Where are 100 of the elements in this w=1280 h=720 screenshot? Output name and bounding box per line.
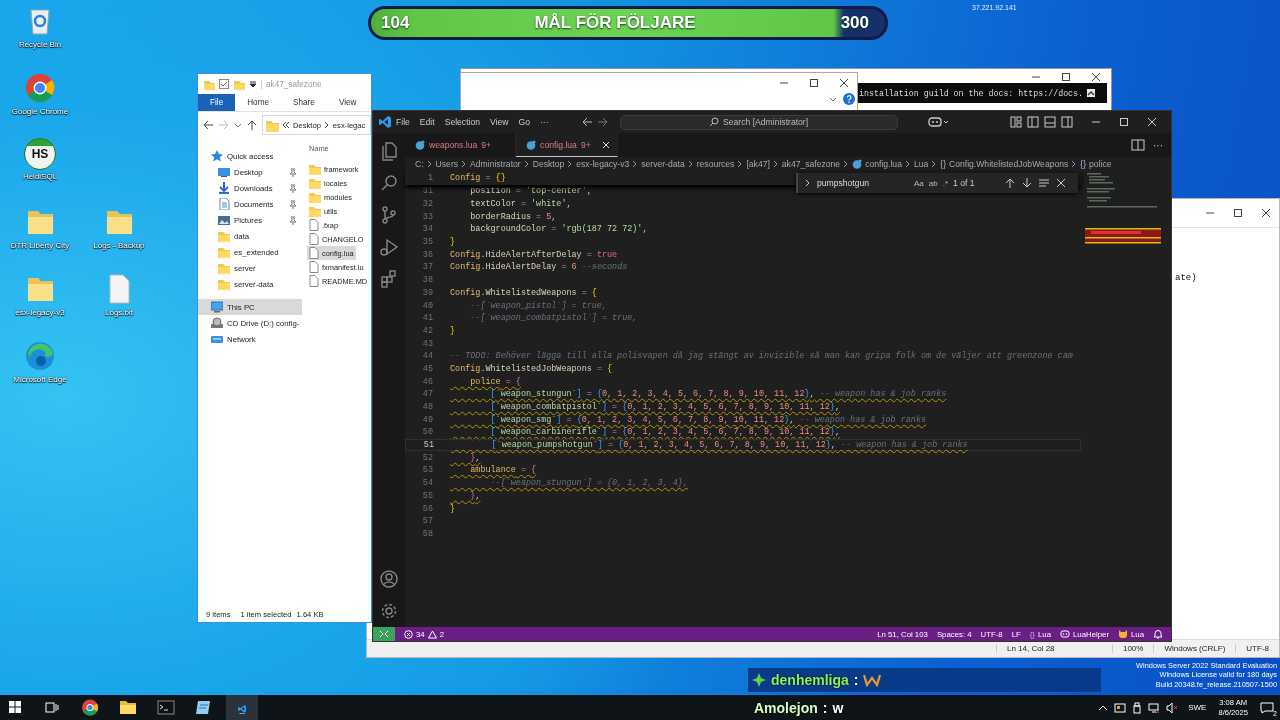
pin-icon[interactable] [289, 199, 297, 209]
scroll-up-icon[interactable] [1087, 89, 1096, 97]
status-text: 100% [1111, 644, 1154, 653]
help-icon[interactable] [843, 93, 855, 105]
menu-item[interactable]: Edit [414, 117, 440, 127]
double-chevron-icon [282, 121, 290, 129]
close-icon[interactable] [1259, 207, 1273, 219]
code-line: [`weapon_carbinerifle`] = {0, 1, 2, 3, 4, 5, 6, 7, 8, 9, 10, 11, 12}, [489, 427, 840, 438]
document-text: ate) [1175, 273, 1197, 283]
up-arrow-icon[interactable] [1003, 177, 1016, 189]
source-control-icon[interactable] [379, 205, 399, 225]
maximize-icon[interactable] [1231, 207, 1245, 219]
close-icon[interactable] [600, 139, 611, 150]
find-input[interactable]: pumpshotgun [817, 178, 909, 188]
down-arrow-icon[interactable] [1020, 177, 1033, 189]
split-editor-icon[interactable] [1131, 139, 1145, 151]
line-number: 31 [421, 186, 434, 197]
chevron-icon [1071, 160, 1078, 168]
sidebar-toggle-icon[interactable] [1060, 116, 1073, 128]
breadcrumb-item[interactable]: Administrator [470, 159, 521, 169]
moon-file-icon [526, 139, 537, 150]
ribbon-tab[interactable]: Home [235, 94, 282, 111]
code-line: textColor = 'white', [469, 199, 572, 210]
input-language[interactable]: SWE [1188, 703, 1207, 712]
breadcrumb-item[interactable]: Desktop [532, 159, 565, 169]
toggle-button[interactable]: Aa [914, 178, 924, 188]
menu-item[interactable]: Go [513, 117, 535, 127]
pin-icon[interactable] [289, 167, 297, 177]
breadcrumb-item[interactable]: {} Config.WhitelistedJobWeapons [940, 159, 1069, 169]
search-icon[interactable] [379, 173, 399, 193]
code-line: Config = {} [450, 173, 506, 183]
desktop-shortcut[interactable]: HS HeidiSQL [1, 138, 79, 205]
line-number: 46 [421, 376, 434, 387]
breadcrumb-item[interactable]: {} police [1080, 159, 1112, 169]
line-number: 40 [421, 300, 434, 311]
panel-toggle-icon[interactable] [1043, 116, 1056, 128]
status-text: UTF-8 [1235, 644, 1279, 653]
back-icon[interactable] [202, 119, 214, 131]
bell-icon[interactable] [1153, 629, 1163, 639]
line-number: 44 [421, 351, 434, 362]
toggle-button[interactable]: ab [928, 178, 938, 188]
settings-icon[interactable] [379, 601, 399, 621]
chevron-icon[interactable] [804, 179, 812, 187]
close-icon[interactable] [837, 77, 851, 89]
ribbon-tab[interactable]: File [198, 94, 236, 111]
code-editor-icon[interactable] [226, 695, 258, 720]
close-icon[interactable] [1089, 71, 1103, 83]
forward-icon[interactable] [595, 116, 610, 128]
menu-item[interactable]: View [485, 117, 514, 127]
breadcrumb-item[interactable]: [ak47] [746, 159, 770, 169]
menu-item[interactable]: File [391, 117, 415, 127]
edge-icon [23, 339, 57, 373]
breadcrumb-item[interactable]: Users [435, 159, 459, 169]
network-icon[interactable] [1148, 701, 1161, 714]
menu-item[interactable]: Selection [439, 117, 486, 127]
search-field[interactable]: Search [Administrator] [619, 114, 898, 130]
up-icon[interactable] [246, 119, 258, 131]
message-icon [1260, 701, 1274, 714]
menu-icon[interactable] [1037, 177, 1050, 189]
ribbon-tab[interactable]: View [326, 94, 369, 111]
sidebar-toggle-icon[interactable] [1026, 116, 1039, 128]
disc-drive-icon [211, 317, 223, 329]
layout-icon[interactable] [1009, 116, 1022, 128]
usb-drive-icon[interactable] [1132, 701, 1143, 714]
maximize-icon[interactable] [807, 77, 821, 89]
breadcrumb-item[interactable]: ak47_safezone [781, 159, 841, 169]
picture-icon [218, 214, 230, 226]
breadcrumb-item[interactable]: server-data [641, 159, 685, 169]
speaker-muted-icon[interactable] [1166, 701, 1179, 714]
moon-file-icon [415, 140, 425, 150]
breadcrumb-item[interactable]: config.lua [852, 159, 902, 169]
breadcrumb-item[interactable]: Lua [913, 159, 929, 169]
chevron-icon [737, 160, 744, 168]
caret-icon[interactable] [829, 95, 837, 103]
toggle-button[interactable]: .* [942, 178, 949, 188]
run-debug-icon[interactable] [379, 237, 399, 257]
editor-tab[interactable]: config.lua 9+ [516, 133, 618, 157]
code-line: borderRadius = 5, [469, 211, 557, 222]
line-number: 56 [421, 503, 434, 514]
assistant-icon[interactable] [927, 116, 950, 128]
maximize-icon[interactable] [1059, 71, 1073, 83]
remote-button[interactable] [373, 627, 395, 641]
menu-item[interactable]: ··· [535, 117, 554, 127]
page-icon [309, 233, 319, 245]
breadcrumb-item[interactable]: esx-legacy-v3 [576, 159, 630, 169]
ribbon-tab[interactable]: Share [281, 94, 327, 111]
pin-icon[interactable] [289, 183, 297, 193]
pin-icon[interactable] [289, 215, 297, 225]
breadcrumb-item[interactable]: resources [696, 159, 735, 169]
extensions-icon[interactable] [379, 269, 399, 289]
folder-icon [218, 262, 230, 274]
caret-icon[interactable] [249, 80, 257, 88]
more-actions-button[interactable]: ··· [1153, 139, 1163, 151]
close-icon[interactable] [1054, 177, 1067, 189]
breadcrumb-item[interactable]: C: [415, 159, 424, 169]
goal-count: 104 [381, 13, 410, 33]
account-icon[interactable] [379, 569, 399, 589]
checkbox-icon[interactable] [219, 79, 229, 89]
tray-app-icon[interactable] [1114, 701, 1127, 714]
files-icon[interactable] [379, 141, 399, 161]
